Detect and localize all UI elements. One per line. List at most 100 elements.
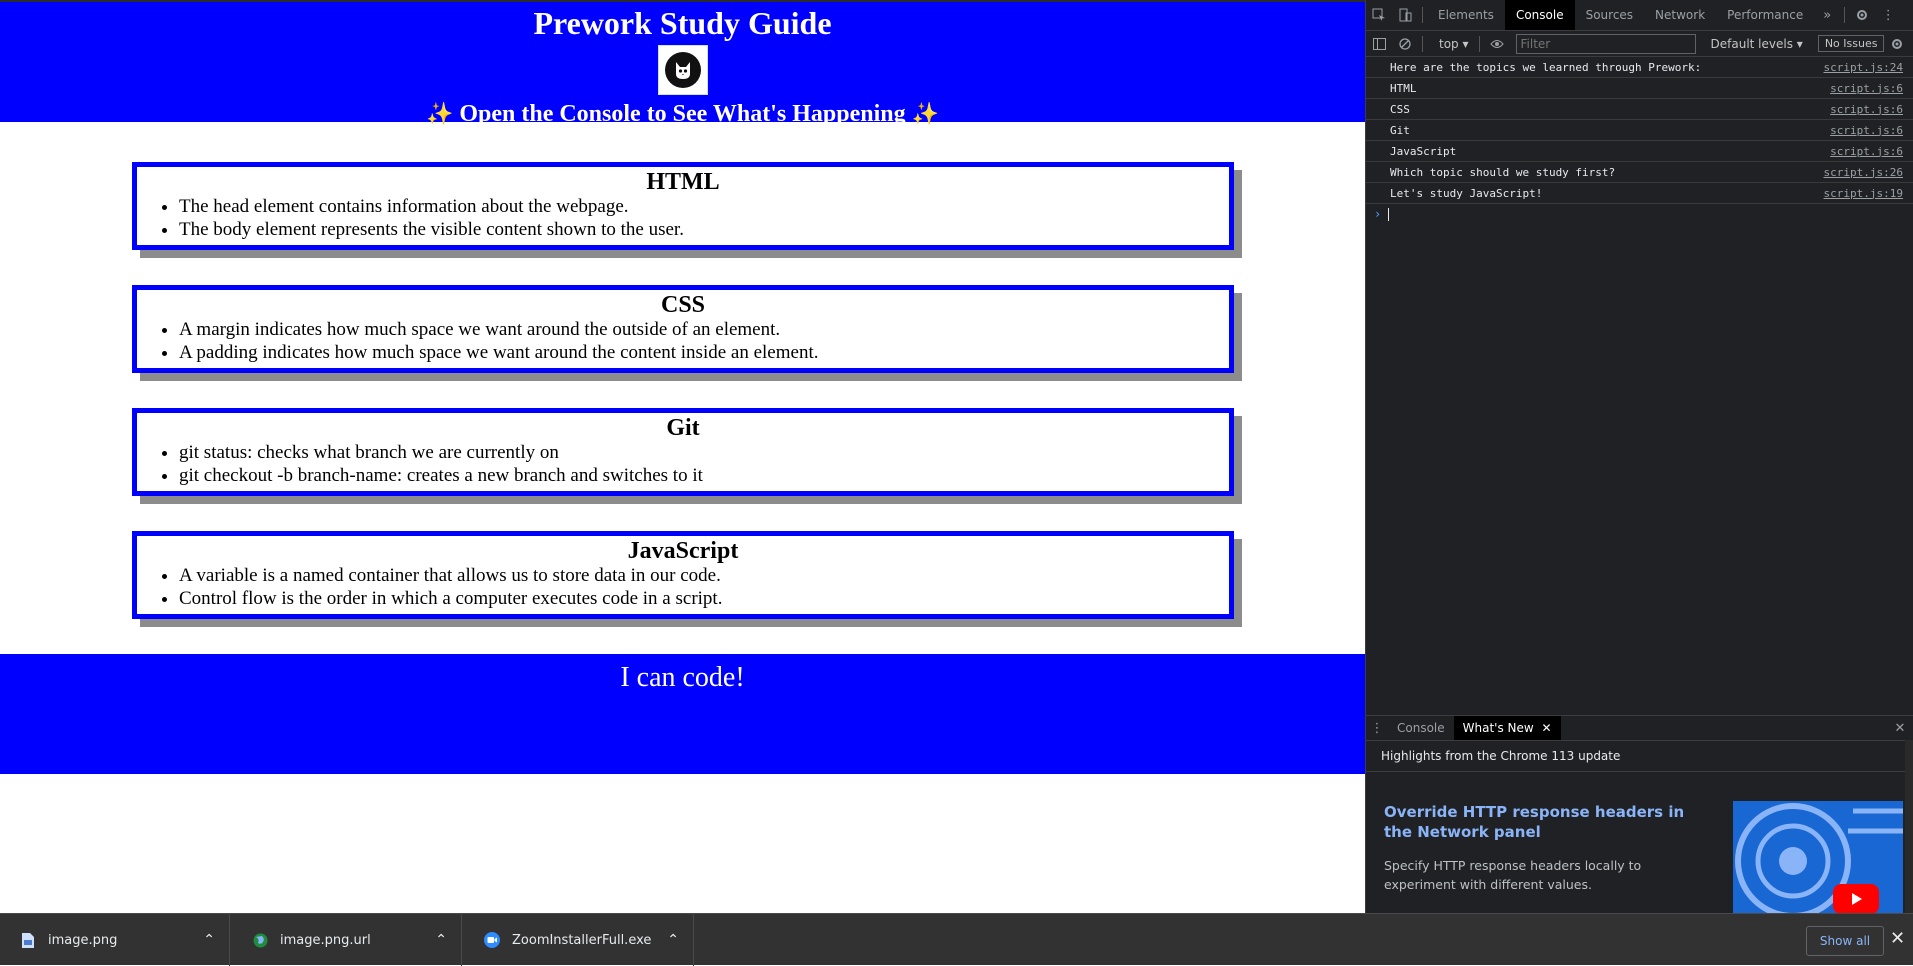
download-filename: image.png bbox=[48, 932, 118, 948]
drawer-tabbar: ⋮ Console What's New ✕ ✕ bbox=[1366, 716, 1913, 741]
download-item[interactable]: image.png ⌃ bbox=[0, 914, 230, 966]
topic-list: git status: checks what branch we are cu… bbox=[137, 441, 1229, 487]
scrollbar[interactable] bbox=[1905, 740, 1913, 913]
close-drawer-icon[interactable]: ✕ bbox=[1887, 716, 1913, 740]
chevron-up-icon[interactable]: ⌃ bbox=[667, 932, 679, 948]
tab-network[interactable]: Network bbox=[1644, 0, 1716, 30]
source-link[interactable]: script.js:6 bbox=[1830, 124, 1903, 137]
site-header: Prework Study Guide ✨ Open the Console t… bbox=[0, 0, 1365, 127]
list-item: The body element represents the visible … bbox=[179, 218, 1229, 241]
topic-list: The head element contains information ab… bbox=[137, 195, 1229, 241]
console-message: Let's study JavaScript! script.js:19 bbox=[1366, 183, 1913, 204]
console-message: HTML script.js:6 bbox=[1366, 78, 1913, 99]
tab-performance[interactable]: Performance bbox=[1716, 0, 1814, 30]
console-message: Which topic should we study first? scrip… bbox=[1366, 162, 1913, 183]
more-tabs-icon[interactable]: » bbox=[1814, 0, 1840, 30]
log-levels-dropdown[interactable]: Default levels ▾ bbox=[1704, 36, 1810, 52]
device-toolbar-icon[interactable] bbox=[1392, 0, 1418, 30]
download-item[interactable]: image.png.url ⌃ bbox=[232, 914, 462, 966]
list-item: git status: checks what branch we are cu… bbox=[179, 441, 1229, 464]
console-message-text: CSS bbox=[1390, 102, 1410, 116]
footer-text: I can code! bbox=[620, 662, 745, 693]
close-tab-icon[interactable]: ✕ bbox=[1542, 721, 1552, 735]
tab-sources[interactable]: Sources bbox=[1575, 0, 1644, 30]
source-link[interactable]: script.js:24 bbox=[1824, 61, 1903, 74]
sidebar-toggle-icon[interactable] bbox=[1366, 29, 1392, 59]
list-item: git checkout -b branch-name: creates a n… bbox=[179, 464, 1229, 487]
feature-title-link[interactable]: Override HTTP response headers in the Ne… bbox=[1384, 802, 1714, 842]
subtitle-text: Open the Console to See What's Happening bbox=[459, 101, 906, 127]
divider bbox=[1478, 35, 1480, 52]
console-message: Git script.js:6 bbox=[1366, 120, 1913, 141]
sparkles-icon: ✨ bbox=[425, 101, 454, 126]
drawer-tab-whats-new[interactable]: What's New ✕ bbox=[1453, 716, 1561, 740]
console-message-text: Let's study JavaScript! bbox=[1390, 186, 1543, 200]
source-link[interactable]: script.js:26 bbox=[1824, 166, 1903, 179]
page-subtitle: ✨ Open the Console to See What's Happeni… bbox=[0, 101, 1365, 127]
chevron-up-icon[interactable]: ⌃ bbox=[435, 932, 447, 948]
console-filter-input[interactable] bbox=[1515, 33, 1696, 54]
clear-console-icon[interactable] bbox=[1392, 29, 1418, 59]
divider bbox=[1422, 7, 1423, 23]
image-file-icon bbox=[20, 932, 36, 948]
source-link[interactable]: script.js:6 bbox=[1830, 82, 1903, 95]
show-all-button[interactable]: Show all bbox=[1806, 926, 1884, 956]
tab-elements[interactable]: Elements bbox=[1427, 0, 1505, 30]
cat-icon bbox=[664, 52, 701, 88]
site-footer: I can code! bbox=[0, 654, 1365, 774]
whats-new-heading: Highlights from the Chrome 113 update bbox=[1366, 741, 1913, 772]
inspect-element-icon[interactable] bbox=[1366, 0, 1392, 30]
source-link[interactable]: script.js:6 bbox=[1830, 145, 1903, 158]
close-icon[interactable]: ✕ bbox=[1890, 928, 1905, 949]
youtube-play-icon[interactable] bbox=[1833, 884, 1879, 913]
topic-card-git: Git git status: checks what branch we ar… bbox=[132, 408, 1234, 496]
console-input[interactable]: › bbox=[1366, 204, 1913, 224]
live-expression-eye-icon[interactable] bbox=[1484, 29, 1510, 59]
download-filename: ZoomInstallerFull.exe bbox=[512, 932, 652, 948]
topic-heading: CSS bbox=[660, 292, 706, 318]
settings-gear-icon[interactable] bbox=[1849, 0, 1875, 30]
download-item[interactable]: ZoomInstallerFull.exe ⌃ bbox=[464, 914, 694, 966]
topic-heading: JavaScript bbox=[627, 538, 739, 564]
console-message-text: Git bbox=[1390, 123, 1410, 137]
console-message: JavaScript script.js:6 bbox=[1366, 141, 1913, 162]
divider bbox=[1844, 7, 1846, 23]
topic-heading: Git bbox=[666, 415, 700, 441]
list-item: A variable is a named container that all… bbox=[179, 564, 1229, 587]
topic-list: A variable is a named container that all… bbox=[137, 564, 1229, 610]
console-message-text: JavaScript bbox=[1390, 144, 1457, 158]
context-selector[interactable]: top ▾ bbox=[1433, 37, 1475, 51]
text-caret bbox=[1388, 207, 1390, 221]
console-settings-gear-icon[interactable] bbox=[1884, 29, 1910, 59]
console-log: Here are the topics we learned through P… bbox=[1366, 57, 1913, 224]
chevron-up-icon[interactable]: ⌃ bbox=[203, 932, 215, 948]
zoom-app-icon bbox=[484, 932, 500, 948]
feature-description: Specify HTTP response headers locally to… bbox=[1384, 858, 1642, 892]
sparkles-icon: ✨ bbox=[911, 101, 940, 126]
console-toolbar: top ▾ Default levels ▾ No Issues bbox=[1366, 31, 1913, 57]
console-message-text: HTML bbox=[1390, 81, 1417, 95]
tab-console[interactable]: Console bbox=[1504, 0, 1575, 30]
console-message-text: Here are the topics we learned through P… bbox=[1390, 60, 1702, 74]
drawer-tab-console[interactable]: Console bbox=[1388, 716, 1454, 740]
console-message: Here are the topics we learned through P… bbox=[1366, 57, 1913, 78]
devtools-tabbar: Elements Console Sources Network Perform… bbox=[1366, 0, 1913, 31]
source-link[interactable]: script.js:19 bbox=[1824, 187, 1903, 200]
web-page: Prework Study Guide ✨ Open the Console t… bbox=[0, 0, 1365, 913]
topic-card-html: HTML The head element contains informati… bbox=[132, 162, 1234, 250]
downloads-bar: image.png ⌃ image.png.url ⌃ ZoomInstalle… bbox=[0, 913, 1913, 966]
list-item: Control flow is the order in which a com… bbox=[179, 587, 1229, 610]
drawer-menu-icon[interactable]: ⋮ bbox=[1366, 716, 1388, 740]
drawer-tab-label: What's New bbox=[1462, 721, 1534, 735]
topic-heading: HTML bbox=[646, 169, 720, 195]
source-link[interactable]: script.js:6 bbox=[1830, 103, 1903, 116]
kebab-menu-icon[interactable]: ⋮ bbox=[1875, 0, 1901, 30]
prompt-chevron-icon: › bbox=[1374, 207, 1382, 221]
divider bbox=[1422, 35, 1423, 52]
download-filename: image.png.url bbox=[280, 932, 371, 948]
console-message-text: Which topic should we study first? bbox=[1390, 165, 1616, 179]
video-thumbnail[interactable] bbox=[1733, 801, 1903, 913]
issues-button[interactable]: No Issues bbox=[1817, 35, 1885, 52]
list-item: The head element contains information ab… bbox=[179, 195, 1229, 218]
console-message: CSS script.js:6 bbox=[1366, 99, 1913, 120]
